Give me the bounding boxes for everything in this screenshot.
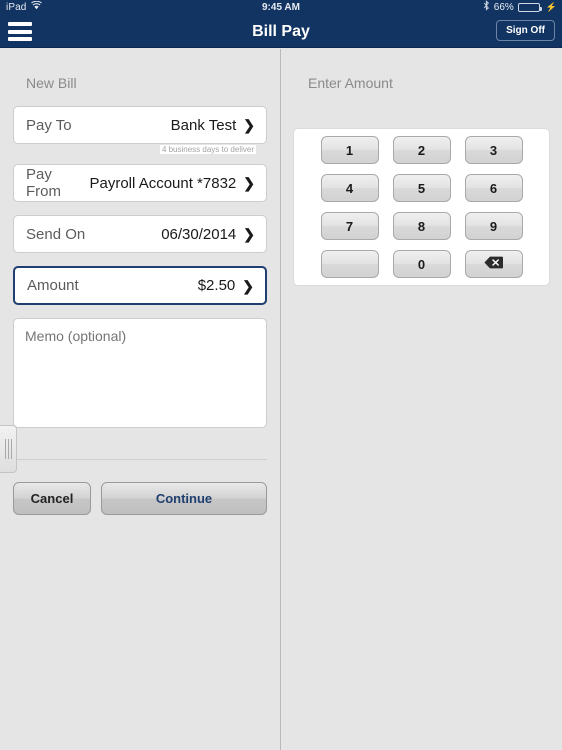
form-divider (13, 459, 267, 460)
field-label-pay-from: Pay From (26, 166, 61, 200)
keypad-key-5[interactable]: 5 (392, 174, 451, 202)
action-buttons: Cancel Continue (0, 482, 280, 515)
drag-handle-icon[interactable] (0, 425, 17, 473)
app-root: iPad 9:45 AM 66% ⚡ Bill Pay Sign Off New… (0, 0, 562, 750)
backspace-icon (484, 256, 503, 272)
numeric-keypad: 1 2 3 4 5 6 7 8 9 0 (293, 128, 550, 286)
page-title: Bill Pay (252, 23, 310, 40)
keypad-key-blank (320, 250, 379, 278)
right-panel-enter-amount: Enter Amount 1 2 3 4 5 6 7 8 9 0 (282, 49, 562, 750)
left-panel-header: New Bill (26, 75, 77, 91)
nav-bar: Bill Pay Sign Off (0, 15, 562, 48)
field-value-send-on: 06/30/2014 (161, 225, 237, 243)
status-time: 9:45 AM (262, 2, 300, 13)
keypad-key-2[interactable]: 2 (392, 136, 451, 164)
field-value-amount: $2.50 (197, 277, 236, 294)
bluetooth-icon (483, 0, 490, 16)
keypad-key-8[interactable]: 8 (392, 212, 451, 240)
keypad-key-9[interactable]: 9 (464, 212, 523, 240)
keypad-key-backspace[interactable] (464, 250, 523, 278)
left-panel-new-bill: New Bill Pay To Bank Test ❯ 4 business d… (0, 49, 281, 750)
battery-icon (517, 3, 542, 12)
keypad-key-6[interactable]: 6 (464, 174, 523, 202)
chevron-right-icon: ❯ (243, 175, 255, 191)
chevron-right-icon: ❯ (242, 277, 254, 294)
right-panel-header: Enter Amount (308, 75, 393, 91)
new-bill-form: Pay To Bank Test ❯ 4 business days to de… (0, 106, 280, 433)
field-value-pay-to: Bank Test (170, 116, 237, 134)
keypad-key-7[interactable]: 7 (320, 212, 379, 240)
keypad-grid: 1 2 3 4 5 6 7 8 9 0 (294, 129, 549, 285)
keypad-key-3[interactable]: 3 (464, 136, 523, 164)
field-label-pay-to: Pay To (26, 116, 72, 134)
lightning-bolt-icon: ⚡ (545, 2, 557, 12)
keypad-key-0[interactable]: 0 (392, 250, 451, 278)
continue-button[interactable]: Continue (101, 482, 267, 515)
chevron-right-icon: ❯ (243, 226, 255, 242)
field-value-pay-from: Payroll Account *7832 (89, 174, 237, 192)
sign-off-button[interactable]: Sign Off (496, 20, 555, 41)
field-row-pay-to[interactable]: Pay To Bank Test ❯ 4 business days to de… (13, 106, 267, 154)
field-row-send-on[interactable]: Send On 06/30/2014 ❯ (13, 215, 267, 253)
pay-to-row-wrapper: Pay To Bank Test ❯ 4 business days to de… (13, 106, 267, 154)
pay-to-delivery-note: 4 business days to deliver (159, 145, 256, 154)
field-row-amount[interactable]: Amount $2.50 ❯ (13, 266, 267, 305)
status-bar: iPad 9:45 AM 66% ⚡ (0, 0, 562, 15)
status-bar-right: 66% ⚡ (483, 0, 557, 15)
memo-input[interactable] (13, 318, 267, 428)
keypad-key-4[interactable]: 4 (320, 174, 379, 202)
keypad-key-1[interactable]: 1 (320, 136, 379, 164)
cancel-button[interactable]: Cancel (13, 482, 91, 515)
field-label-amount: Amount (27, 277, 79, 294)
field-label-send-on: Send On (26, 225, 86, 243)
battery-percent-label: 66% (493, 2, 514, 13)
chevron-right-icon: ❯ (243, 117, 255, 133)
field-row-pay-from[interactable]: Pay From Payroll Account *7832 ❯ (13, 164, 267, 202)
